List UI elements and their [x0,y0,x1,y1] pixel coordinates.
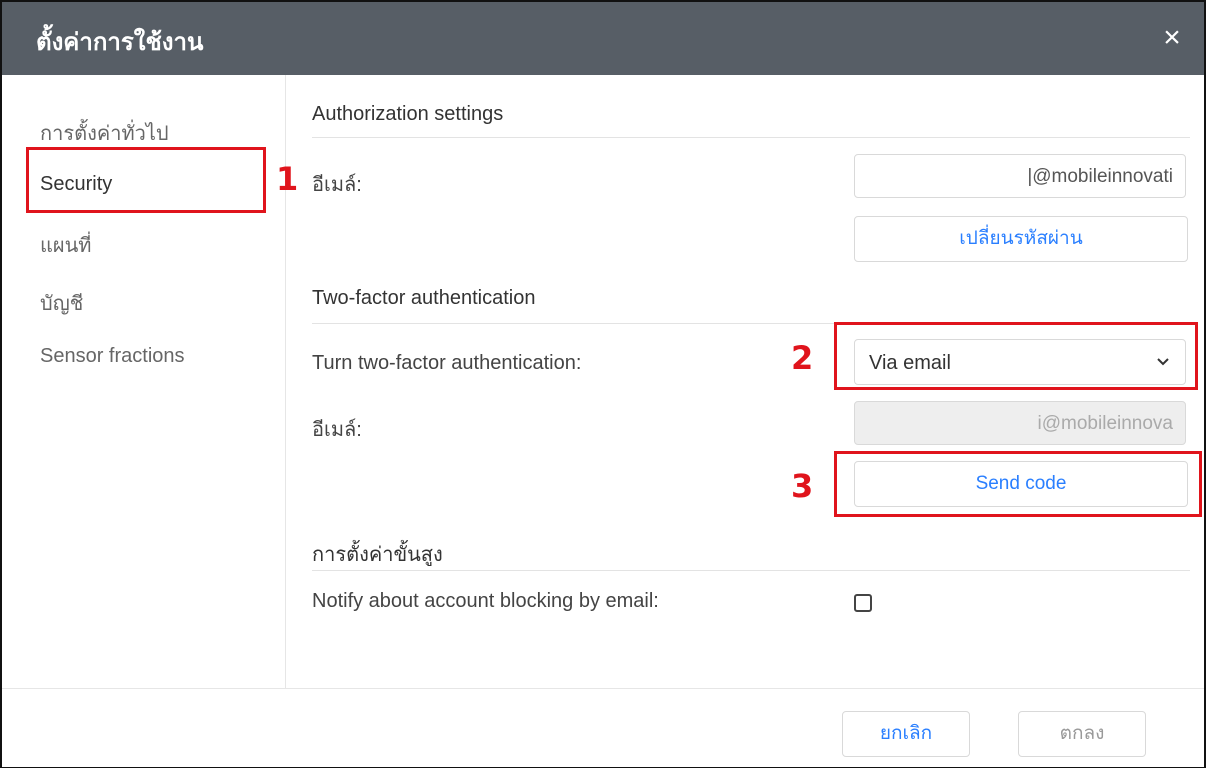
divider [312,137,1190,138]
cancel-button[interactable]: ยกเลิก [842,711,970,757]
annotation-number-2: 2 [791,339,814,377]
dialog-titlebar: ตั้งค่าการใช้งาน × [2,2,1204,75]
sidebar-item-general[interactable]: การตั้งค่าทั่วไป [40,117,169,149]
notify-blocking-checkbox[interactable] [854,594,872,612]
highlight-box-send-code [834,451,1202,517]
dialog-title: ตั้งค่าการใช้งาน [36,29,204,56]
ok-button[interactable]: ตกลง [1018,711,1146,757]
advanced-settings-heading: การตั้งค่าขั้นสูง [312,544,443,566]
annotation-number-3: 3 [791,467,814,505]
sidebar-item-account[interactable]: บัญชี [40,287,83,319]
sidebar-item-sensor-fractions[interactable]: Sensor fractions [40,345,185,368]
change-password-button[interactable]: เปลี่ยนรหัสผ่าน [854,216,1188,262]
divider [312,570,1190,571]
dialog-footer: ยกเลิก ตกลง [2,688,1204,767]
email-field[interactable]: |@mobileinnovati [854,154,1186,198]
two-factor-toggle-label: Turn two-factor authentication: [312,352,582,374]
two-factor-email-field: i@mobileinnova [854,401,1186,445]
email-label: อีเมล์: [312,174,362,196]
two-factor-heading: Two-factor authentication [312,287,536,309]
two-factor-email-label: อีเมล์: [312,419,362,441]
highlight-box-two-factor-select [834,322,1198,390]
annotation-number-1: 1 [276,160,299,198]
sidebar-item-map[interactable]: แผนที่ [40,229,91,261]
highlight-box-security [26,147,266,213]
notify-blocking-label: Notify about account blocking by email: [312,590,659,612]
authorization-settings-heading: Authorization settings [312,103,504,125]
close-icon[interactable]: × [1154,20,1190,56]
